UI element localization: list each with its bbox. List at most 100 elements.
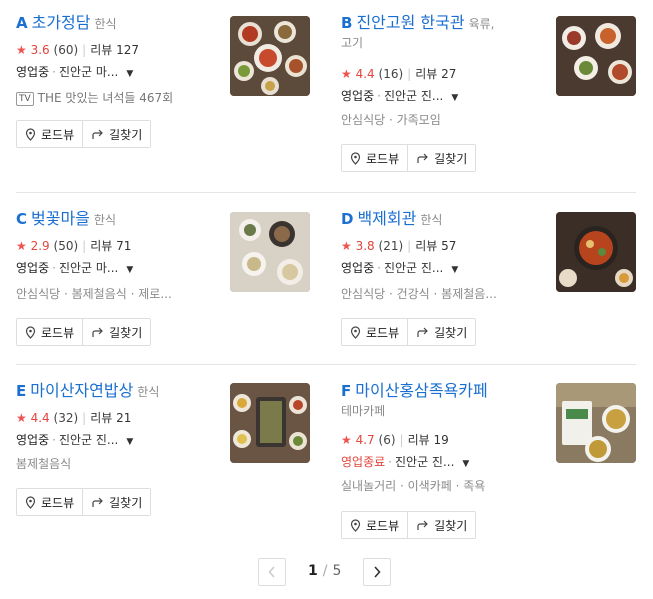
star-icon: ★	[341, 433, 352, 447]
page-indicator: 1/5	[308, 563, 341, 579]
roadview-button[interactable]: 로드뷰	[342, 319, 408, 345]
current-page: 1	[308, 563, 318, 579]
directions-label: 길찾기	[434, 325, 468, 340]
review-count-link[interactable]: 리뷰 21	[90, 411, 131, 425]
prev-page-button[interactable]	[258, 558, 286, 586]
caret-down-icon[interactable]: ▼	[126, 69, 133, 79]
result-letter: A	[16, 14, 28, 32]
business-status: 영업종료	[341, 455, 386, 469]
tv-icon: TV	[16, 91, 34, 106]
address: 진안군 진...	[383, 261, 444, 275]
result-category-continued: 고기	[341, 36, 364, 50]
result-photo[interactable]	[556, 383, 636, 463]
turn-arrow-icon	[417, 520, 428, 530]
page-separator: /	[322, 563, 328, 579]
action-buttons: 로드뷰 길찾기	[16, 488, 152, 516]
result-photo[interactable]	[556, 16, 636, 96]
result-tags: 봄제철음식	[16, 457, 72, 471]
caret-down-icon[interactable]: ▼	[126, 265, 133, 275]
rating-count: (60)	[53, 43, 79, 57]
turn-arrow-icon	[92, 497, 103, 507]
roadview-button[interactable]: 로드뷰	[17, 489, 83, 515]
result-photo[interactable]	[230, 383, 310, 463]
result-photo[interactable]	[556, 212, 636, 292]
review-count-link[interactable]: 리뷰 71	[90, 239, 131, 253]
rating-value: 3.8	[355, 239, 375, 253]
chevron-left-icon	[268, 566, 275, 578]
review-count-link[interactable]: 리뷰 19	[408, 433, 449, 447]
caret-down-icon[interactable]: ▼	[451, 93, 458, 103]
result-category: 한식	[420, 213, 443, 227]
star-icon: ★	[16, 411, 27, 425]
total-pages: 5	[332, 563, 342, 579]
rating-value: 4.4	[355, 67, 375, 81]
rating-count: (50)	[53, 239, 79, 253]
turn-arrow-icon	[92, 327, 103, 337]
star-icon: ★	[341, 239, 352, 253]
result-name-link[interactable]: 백제회관	[357, 209, 416, 228]
location-pin-icon	[25, 495, 36, 509]
location-pin-icon	[25, 325, 36, 339]
directions-button[interactable]: 길찾기	[407, 512, 476, 538]
result-category: 한식	[93, 213, 116, 227]
directions-label: 길찾기	[434, 518, 468, 533]
location-pin-icon	[350, 151, 361, 165]
directions-button[interactable]: 길찾기	[407, 319, 476, 345]
review-count-link[interactable]: 리뷰 57	[415, 239, 456, 253]
caret-down-icon[interactable]: ▼	[126, 437, 133, 447]
rating-count: (16)	[378, 67, 404, 81]
business-status: 영업중	[16, 65, 50, 79]
result-name-link[interactable]: 초가정담	[32, 13, 91, 32]
business-status: 영업중	[16, 261, 50, 275]
result-category: 육류,	[468, 17, 495, 31]
address: 진안군 마...	[58, 65, 119, 79]
business-status: 영업중	[341, 89, 375, 103]
action-buttons: 로드뷰 길찾기	[341, 318, 477, 346]
roadview-button[interactable]: 로드뷰	[17, 121, 83, 147]
location-pin-icon	[25, 127, 36, 141]
star-icon: ★	[16, 239, 27, 253]
result-category: 한식	[137, 385, 160, 399]
review-count-link[interactable]: 리뷰 127	[90, 43, 139, 57]
star-icon: ★	[341, 67, 352, 81]
result-photo[interactable]	[230, 212, 310, 292]
business-status: 영업중	[341, 261, 375, 275]
caret-down-icon[interactable]: ▼	[462, 459, 469, 469]
roadview-button[interactable]: 로드뷰	[17, 319, 83, 345]
rating-value: 4.7	[355, 433, 375, 447]
directions-button[interactable]: 길찾기	[82, 489, 151, 515]
review-count-link[interactable]: 리뷰 27	[415, 67, 456, 81]
directions-button[interactable]: 길찾기	[82, 319, 151, 345]
next-page-button[interactable]	[363, 558, 391, 586]
action-buttons: 로드뷰 길찾기	[341, 511, 477, 539]
address: 진안군 진...	[58, 433, 119, 447]
result-name-link[interactable]: 마이산홍삼족욕카페	[355, 381, 487, 400]
caret-down-icon[interactable]: ▼	[451, 265, 458, 275]
result-letter: D	[341, 210, 354, 228]
roadview-label: 로드뷰	[366, 151, 400, 166]
action-buttons: 로드뷰 길찾기	[16, 318, 152, 346]
rating-count: (21)	[378, 239, 404, 253]
result-photo[interactable]	[230, 16, 310, 96]
roadview-label: 로드뷰	[41, 325, 75, 340]
directions-button[interactable]: 길찾기	[407, 145, 476, 171]
result-category: 테마카페	[341, 404, 386, 418]
result-category: 한식	[94, 17, 117, 31]
address: 진안군 진...	[395, 455, 455, 469]
result-letter: B	[341, 14, 353, 32]
result-letter: F	[341, 382, 352, 400]
action-buttons: 로드뷰 길찾기	[341, 144, 477, 172]
result-tags: 안심식당 · 봄제철음식 · 제로...	[16, 287, 172, 301]
roadview-button[interactable]: 로드뷰	[342, 145, 408, 171]
result-name-link[interactable]: 진안고원 한국관	[356, 13, 464, 32]
result-name-link[interactable]: 벚꽃마을	[31, 209, 90, 228]
chevron-right-icon	[374, 566, 381, 578]
action-buttons: 로드뷰 길찾기	[16, 120, 152, 148]
directions-button[interactable]: 길찾기	[82, 121, 151, 147]
roadview-button[interactable]: 로드뷰	[342, 512, 408, 538]
turn-arrow-icon	[417, 327, 428, 337]
rating-value: 2.9	[30, 239, 50, 253]
result-name-link[interactable]: 마이산자연밥상	[30, 381, 133, 400]
result-tags: 안심식당 · 가족모임	[341, 113, 441, 127]
roadview-label: 로드뷰	[41, 495, 75, 510]
